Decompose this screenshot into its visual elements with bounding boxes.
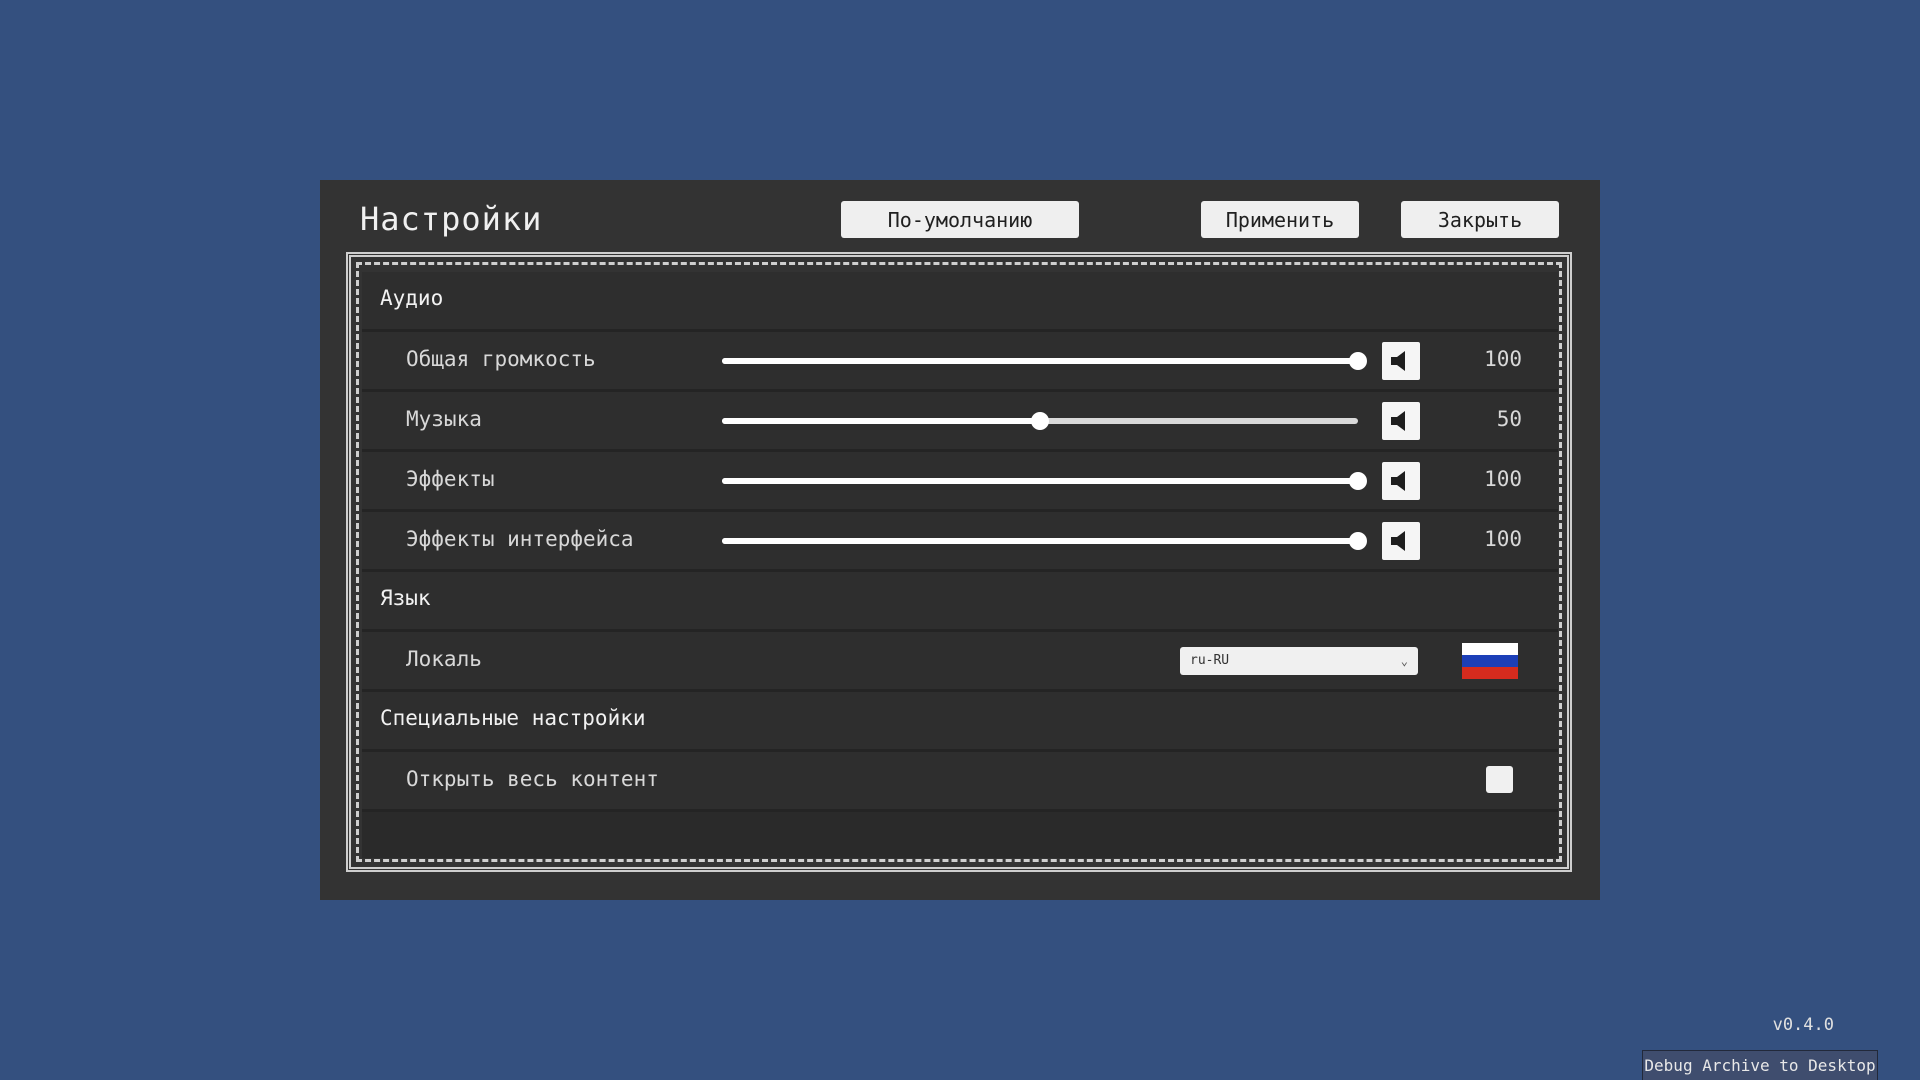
mute-button[interactable] — [1382, 342, 1420, 380]
locale-dropdown[interactable]: ru-RU ⌄ — [1180, 647, 1418, 675]
section-label: Язык — [380, 586, 431, 610]
audio-row-effects: Эффекты 100 — [362, 452, 1558, 512]
item-label: Общая громкость — [406, 347, 596, 371]
volume-slider[interactable] — [722, 412, 1358, 430]
section-label: Аудио — [380, 286, 444, 310]
volume-value: 100 — [1484, 347, 1522, 371]
debug-archive-button[interactable]: Debug Archive to Desktop — [1642, 1050, 1878, 1080]
defaults-button[interactable]: По-умолчанию — [841, 201, 1079, 238]
volume-value: 100 — [1484, 527, 1522, 551]
slider-handle[interactable] — [1349, 352, 1367, 370]
flag-stripe — [1462, 655, 1518, 667]
speaker-icon — [1391, 471, 1405, 491]
audio-row-ui-effects: Эффекты интерфейса 100 — [362, 512, 1558, 572]
item-label: Открыть весь контент — [406, 767, 659, 791]
settings-list: Аудио Общая громкость 100 Музыка 50 Эффе… — [362, 272, 1558, 858]
section-header-language: Язык — [362, 572, 1558, 632]
flag-stripe — [1462, 667, 1518, 679]
speaker-icon — [1391, 531, 1405, 551]
item-label: Локаль — [406, 647, 482, 671]
close-button[interactable]: Закрыть — [1401, 201, 1559, 238]
volume-value: 50 — [1496, 407, 1522, 431]
speaker-icon — [1391, 351, 1405, 371]
locale-row: Локаль ru-RU ⌄ — [362, 632, 1558, 692]
version-label: v0.4.0 — [1772, 1015, 1834, 1035]
volume-slider[interactable] — [722, 472, 1367, 490]
speaker-icon — [1391, 411, 1405, 431]
slider-handle[interactable] — [1031, 412, 1049, 430]
flag-stripe — [1462, 643, 1518, 655]
item-label: Эффекты интерфейса — [406, 527, 634, 551]
russian-flag-icon — [1462, 643, 1518, 679]
mute-button[interactable] — [1382, 522, 1420, 560]
volume-slider[interactable] — [722, 532, 1367, 550]
item-label: Музыка — [406, 407, 482, 431]
slider-fill — [722, 418, 1040, 424]
section-label: Специальные настройки — [380, 706, 646, 730]
item-label: Эффекты — [406, 467, 495, 491]
volume-value: 100 — [1484, 467, 1522, 491]
panel-title: Настройки — [360, 200, 543, 238]
slider-handle[interactable] — [1349, 472, 1367, 490]
slider-handle[interactable] — [1349, 532, 1367, 550]
chevron-down-icon: ⌄ — [1400, 654, 1408, 668]
locale-selected-value: ru-RU — [1190, 653, 1230, 668]
apply-button[interactable]: Применить — [1201, 201, 1359, 238]
unlock-content-checkbox[interactable] — [1486, 766, 1513, 793]
settings-panel: Настройки По-умолчанию Применить Закрыть… — [320, 180, 1600, 900]
slider-fill — [722, 538, 1358, 544]
section-header-audio: Аудио — [362, 272, 1558, 332]
mute-button[interactable] — [1382, 402, 1420, 440]
mute-button[interactable] — [1382, 462, 1420, 500]
section-header-special: Специальные настройки — [362, 692, 1558, 752]
unlock-content-row: Открыть весь контент — [362, 752, 1558, 812]
audio-row-music: Музыка 50 — [362, 392, 1558, 452]
audio-row-master: Общая громкость 100 — [362, 332, 1558, 392]
slider-fill — [722, 478, 1358, 484]
slider-fill — [722, 358, 1358, 364]
volume-slider[interactable] — [722, 352, 1367, 370]
